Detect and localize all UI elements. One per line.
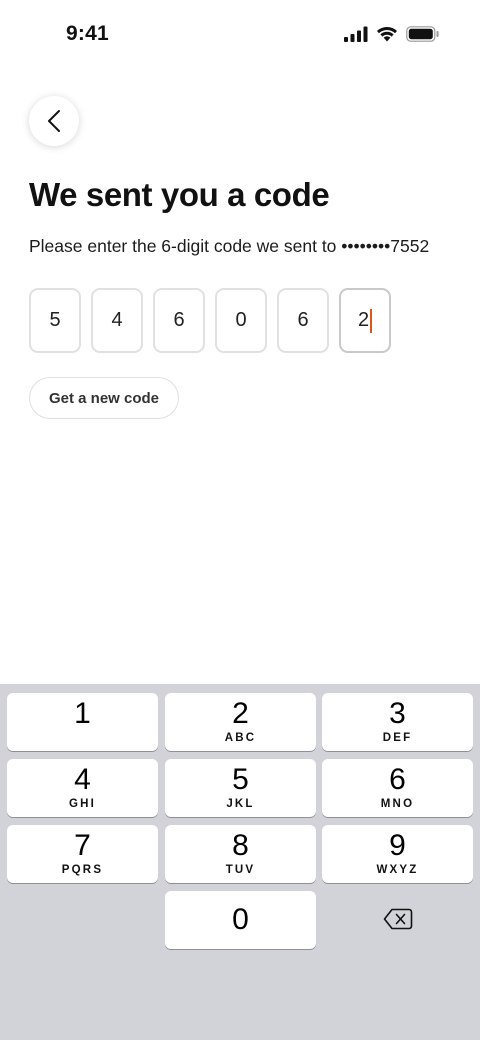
code-digit-box-3[interactable]: 6 <box>153 288 205 353</box>
key-number: 1 <box>74 697 91 730</box>
verification-screen: 9:41 We sent you a code Please enter the… <box>0 0 480 1040</box>
code-digit-box-2[interactable]: 4 <box>91 288 143 353</box>
wifi-icon <box>377 27 397 42</box>
key-2[interactable]: 2 ABC <box>165 693 316 751</box>
key-1[interactable]: 1 <box>7 693 158 751</box>
back-button[interactable] <box>29 96 79 146</box>
status-bar: 9:41 <box>0 0 480 70</box>
code-input-row: 5 4 6 0 6 2 <box>29 288 391 353</box>
key-letters: ABC <box>224 732 257 744</box>
code-digit: 4 <box>111 309 123 331</box>
key-9[interactable]: 9 WXYZ <box>322 825 473 883</box>
key-number: 4 <box>74 763 91 796</box>
key-number: 3 <box>389 697 406 730</box>
chevron-left-icon <box>48 110 60 132</box>
key-5[interactable]: 5 JKL <box>165 759 316 817</box>
battery-icon <box>406 26 439 42</box>
delete-key[interactable] <box>322 890 473 948</box>
page-title: We sent you a code <box>29 176 330 213</box>
status-icons <box>344 26 440 42</box>
key-letters: MNO <box>380 798 415 810</box>
code-digit: 5 <box>49 309 61 331</box>
key-letters: TUV <box>225 864 256 876</box>
key-number: 6 <box>389 763 406 796</box>
status-time: 9:41 <box>66 22 109 45</box>
key-8[interactable]: 8 TUV <box>165 825 316 883</box>
code-digit-box-4[interactable]: 0 <box>215 288 267 353</box>
text-caret <box>370 308 373 333</box>
key-number: 0 <box>232 903 249 936</box>
key-3[interactable]: 3 DEF <box>322 693 473 751</box>
code-digit-box-6[interactable]: 2 <box>339 288 391 353</box>
get-new-code-button[interactable]: Get a new code <box>29 377 179 419</box>
key-letters: WXYZ <box>376 864 419 876</box>
code-digit: 2 <box>357 309 370 331</box>
key-number: 2 <box>232 697 249 730</box>
key-number: 8 <box>232 829 249 862</box>
key-number: 5 <box>232 763 249 796</box>
key-0[interactable]: 0 <box>165 891 316 949</box>
code-digit-active: 2 <box>357 308 373 333</box>
key-6[interactable]: 6 MNO <box>322 759 473 817</box>
key-number: 9 <box>389 829 406 862</box>
numeric-keypad: 1 2 ABC 3 DEF 4 GHI 5 JKL 6 MNO 7 PQRS 8 <box>0 684 480 1040</box>
key-letters: PQRS <box>61 864 104 876</box>
instruction-text: Please enter the 6-digit code we sent to… <box>29 236 430 256</box>
code-digit: 6 <box>173 309 185 331</box>
code-digit-box-5[interactable]: 6 <box>277 288 329 353</box>
key-letters: JKL <box>226 798 255 810</box>
key-number: 7 <box>74 829 91 862</box>
code-digit: 6 <box>297 309 309 331</box>
key-7[interactable]: 7 PQRS <box>7 825 158 883</box>
key-letters: GHI <box>68 798 97 810</box>
key-letters: DEF <box>382 732 413 744</box>
key-4[interactable]: 4 GHI <box>7 759 158 817</box>
cellular-signal-icon <box>344 26 368 42</box>
code-digit-box-1[interactable]: 5 <box>29 288 81 353</box>
code-digit: 0 <box>235 309 247 331</box>
backspace-icon <box>383 908 412 930</box>
